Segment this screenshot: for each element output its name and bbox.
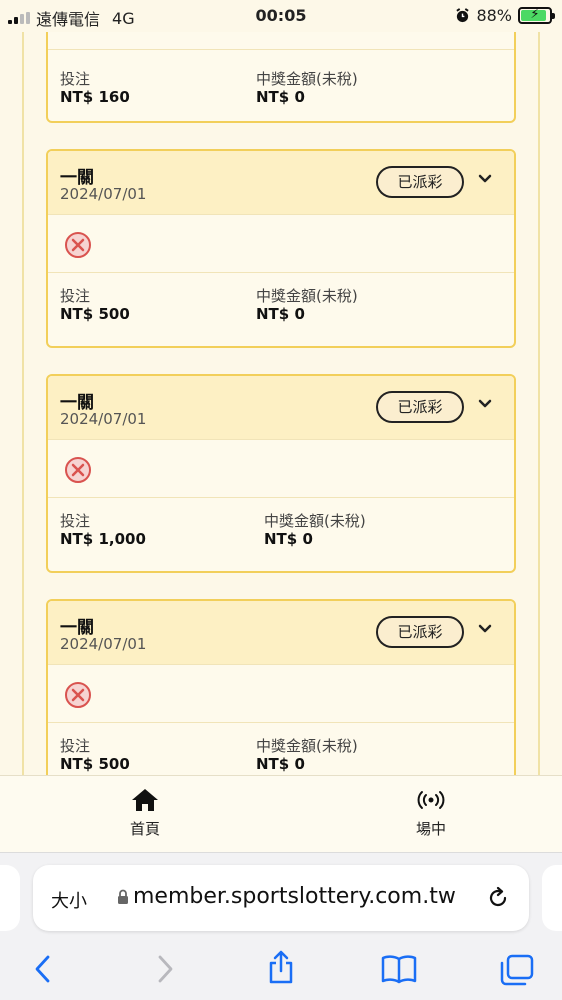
- reload-icon[interactable]: [485, 885, 511, 911]
- bet-amount: NT$ 500: [60, 755, 130, 773]
- bet-amount: NT$ 500: [60, 305, 130, 323]
- chevron-down-icon[interactable]: [478, 619, 492, 639]
- bet-date: 2024/07/01: [60, 410, 147, 428]
- cross-circle-icon: [65, 232, 91, 258]
- prize-label: 中獎金額(未稅): [256, 70, 358, 88]
- prize-amount: NT$ 0: [256, 88, 305, 106]
- right-rail: [538, 0, 540, 775]
- next-tab-preview[interactable]: [542, 865, 562, 931]
- bet-label: 投注: [60, 512, 91, 530]
- card-header[interactable]: 一關 2024/07/01 已派彩: [48, 151, 514, 215]
- bet-label: 投注: [60, 737, 91, 755]
- browser-toolbar: [0, 949, 562, 989]
- prize-label: 中獎金額(未稅): [256, 287, 358, 305]
- bet-history-list[interactable]: 投注 NT$ 160 中獎金額(未稅) NT$ 0 一關 2024/07/01 …: [0, 0, 562, 775]
- bottom-nav: 首頁 場中: [0, 775, 562, 852]
- cross-circle-icon: [65, 457, 91, 483]
- chevron-down-icon[interactable]: [478, 394, 492, 414]
- forward-icon[interactable]: [154, 953, 176, 985]
- cross-circle-icon: [65, 682, 91, 708]
- back-icon[interactable]: [32, 953, 54, 985]
- chevron-down-icon[interactable]: [478, 169, 492, 189]
- bet-label: 投注: [60, 287, 91, 305]
- browser-chrome: 大小 member.sportslottery.com.tw: [0, 852, 562, 1000]
- bet-card[interactable]: 一關 2024/07/01 已派彩 投注 NT$ 1,000 中獎金額(未稅) …: [46, 374, 516, 573]
- status-badge: 已派彩: [376, 616, 464, 648]
- lock-icon: [118, 889, 128, 904]
- prize-amount: NT$ 0: [256, 305, 305, 323]
- bet-card[interactable]: 一關 2024/07/01 已派彩 投注 NT$ 500 中獎金額(未稅) NT…: [46, 599, 516, 775]
- bookmarks-icon[interactable]: [380, 953, 418, 985]
- bet-date: 2024/07/01: [60, 185, 147, 203]
- status-badge: 已派彩: [376, 391, 464, 423]
- text-size-button[interactable]: 大小: [51, 887, 87, 913]
- nav-home-label: 首頁: [129, 820, 160, 838]
- status-bar: 遠傳電信 4G 00:05 88% ⚡: [0, 0, 562, 32]
- card-header[interactable]: 一關 2024/07/01 已派彩: [48, 601, 514, 665]
- broadcast-icon: [417, 791, 445, 809]
- address-bar[interactable]: 大小 member.sportslottery.com.tw: [33, 865, 529, 931]
- card-header[interactable]: 一關 2024/07/01 已派彩: [48, 376, 514, 440]
- status-badge: 已派彩: [376, 166, 464, 198]
- nav-live-label: 場中: [415, 820, 446, 838]
- tabs-icon[interactable]: [499, 953, 535, 987]
- prize-amount: NT$ 0: [256, 755, 305, 773]
- prize-label: 中獎金額(未稅): [256, 737, 358, 755]
- bet-amount: NT$ 160: [60, 88, 130, 106]
- bet-date: 2024/07/01: [60, 635, 147, 653]
- prev-tab-preview[interactable]: [0, 865, 20, 931]
- battery-percent: 88%: [476, 6, 512, 25]
- bet-amount: NT$ 1,000: [60, 530, 146, 548]
- left-rail: [22, 0, 24, 775]
- prize-amount: NT$ 0: [264, 530, 313, 548]
- nav-live[interactable]: 場中: [371, 786, 491, 839]
- nav-home[interactable]: 首頁: [85, 786, 205, 839]
- battery-icon: ⚡: [518, 7, 555, 24]
- bet-label: 投注: [60, 70, 91, 88]
- home-icon: [132, 789, 158, 811]
- bet-card[interactable]: 一關 2024/07/01 已派彩 投注 NT$ 500 中獎金額(未稅) NT…: [46, 149, 516, 348]
- share-icon[interactable]: [265, 949, 297, 985]
- prize-label: 中獎金額(未稅): [264, 512, 366, 530]
- url-text[interactable]: member.sportslottery.com.tw: [133, 884, 456, 909]
- alarm-icon: [456, 8, 470, 23]
